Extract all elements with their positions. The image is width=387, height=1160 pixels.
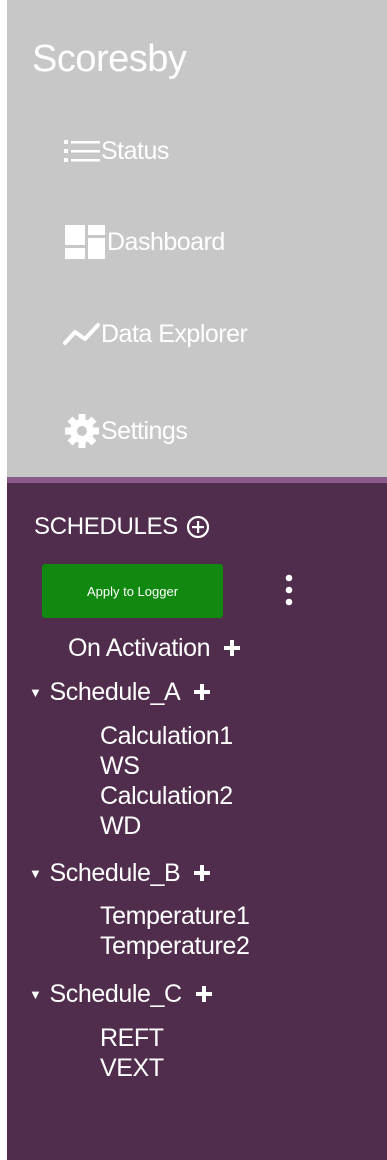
nav-label-settings: Settings xyxy=(101,416,188,445)
nav-label-data-explorer: Data Explorer xyxy=(101,319,248,348)
app-title: Scoresby xyxy=(32,38,187,80)
navigation-panel: Scoresby Status Dashboard Data Explorer … xyxy=(7,0,387,477)
dashboard-icon xyxy=(63,223,107,261)
nav-label-status: Status xyxy=(101,136,169,165)
line-chart-icon xyxy=(63,321,101,347)
caret-down-icon[interactable]: ▼ xyxy=(29,987,42,1002)
on-activation-row[interactable]: On Activation xyxy=(68,632,242,664)
nav-item-dashboard[interactable]: Dashboard xyxy=(63,222,225,262)
nav-item-settings[interactable]: Settings xyxy=(63,411,188,451)
add-on-activation-icon[interactable] xyxy=(222,638,242,658)
add-schedule-icon[interactable] xyxy=(186,515,210,539)
schedule-item[interactable]: Temperature2 xyxy=(100,931,250,961)
gear-icon xyxy=(63,413,101,449)
schedules-title: SCHEDULES xyxy=(34,513,179,540)
schedule-item[interactable]: Temperature1 xyxy=(100,901,250,931)
add-to-schedule-icon[interactable] xyxy=(192,682,212,702)
schedule-item[interactable]: VEXT xyxy=(100,1053,164,1083)
schedule-item[interactable]: WD xyxy=(100,811,141,841)
schedule-item[interactable]: REFT xyxy=(100,1023,164,1053)
app-frame: Scoresby Status Dashboard Data Explorer … xyxy=(7,0,387,1160)
list-icon xyxy=(63,136,101,166)
schedules-header: SCHEDULES xyxy=(34,513,210,541)
schedule-a-row[interactable]: ▼ Schedule_A xyxy=(29,676,212,708)
caret-down-icon[interactable]: ▼ xyxy=(29,685,42,700)
schedule-item[interactable]: WS xyxy=(100,751,140,781)
schedule-name: Schedule_C xyxy=(49,979,182,1008)
schedule-c-row[interactable]: ▼ Schedule_C xyxy=(29,978,214,1010)
schedules-panel: SCHEDULES Apply to Logger On Activation xyxy=(7,483,387,1160)
caret-down-icon[interactable]: ▼ xyxy=(29,866,42,881)
add-to-schedule-icon[interactable] xyxy=(192,863,212,883)
add-to-schedule-icon[interactable] xyxy=(194,984,214,1004)
apply-to-logger-button[interactable]: Apply to Logger xyxy=(42,564,223,618)
nav-item-data-explorer[interactable]: Data Explorer xyxy=(63,314,248,354)
schedule-b-row[interactable]: ▼ Schedule_B xyxy=(29,857,212,889)
nav-label-dashboard: Dashboard xyxy=(107,227,225,256)
schedule-item[interactable]: Calculation1 xyxy=(100,721,233,751)
schedule-name: Schedule_A xyxy=(49,677,181,706)
on-activation-label: On Activation xyxy=(68,633,211,662)
more-options-icon[interactable] xyxy=(282,573,296,607)
schedule-item[interactable]: Calculation2 xyxy=(100,781,233,811)
schedule-name: Schedule_B xyxy=(49,858,181,887)
nav-item-status[interactable]: Status xyxy=(63,131,169,171)
